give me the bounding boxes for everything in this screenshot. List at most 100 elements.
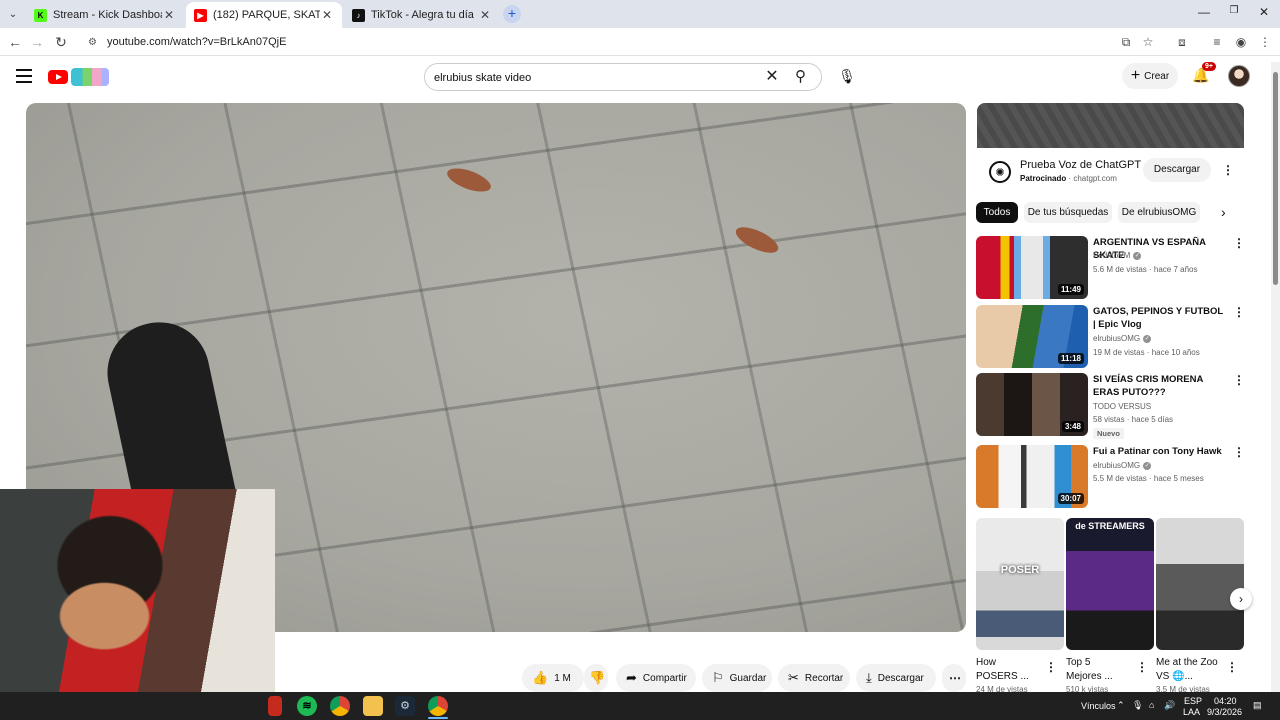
- close-tab-icon[interactable]: ✕: [478, 8, 492, 22]
- short-more-icon[interactable]: ⋮: [1136, 661, 1148, 673]
- download-button[interactable]: ⤓ Descargar: [856, 664, 936, 692]
- short-more-icon[interactable]: ⋮: [1226, 661, 1238, 673]
- tab-search-chevron-icon[interactable]: ⌄: [4, 5, 22, 23]
- omnibox[interactable]: ⚙ youtube.com/watch?v=BrLkAn07QjE: [80, 31, 1140, 53]
- short-thumb-text: de STREAMERS: [1075, 521, 1145, 531]
- youtube-doodle: [71, 68, 109, 86]
- profile-icon[interactable]: ◉: [1232, 33, 1250, 51]
- dislike-button[interactable]: 👎: [584, 664, 608, 692]
- chip-de-tus-busquedas[interactable]: De tus búsquedas: [1024, 202, 1112, 223]
- new-tab-button[interactable]: +: [503, 5, 521, 23]
- ad-card[interactable]: ✺ Prueba Voz de ChatGPT Patrocinado · ch…: [977, 103, 1244, 193]
- tab-tiktok[interactable]: ♪ TikTok - Alegra tu día ✕: [344, 2, 500, 28]
- keyboard-layout[interactable]: LAA: [1183, 707, 1200, 717]
- notifications-bell-icon[interactable]: 🔔 9+: [1192, 62, 1216, 85]
- verified-icon: ✓: [1143, 461, 1152, 470]
- like-button[interactable]: 👍 1 M: [522, 664, 584, 692]
- verified-icon: ✓: [1143, 334, 1152, 343]
- video-channel[interactable]: PedritoVM ✓: [1093, 251, 1142, 260]
- video-more-icon[interactable]: ⋮: [1233, 374, 1245, 386]
- restore-icon[interactable]: ❐: [1224, 5, 1244, 21]
- short-more-icon[interactable]: ⋮: [1045, 661, 1057, 673]
- network-icon[interactable]: ⌂: [1149, 700, 1154, 710]
- volume-icon[interactable]: 🔊: [1164, 700, 1175, 711]
- short-thumbnail[interactable]: [1156, 518, 1244, 650]
- close-window-icon[interactable]: ✕: [1254, 5, 1274, 21]
- microphone-tray-icon[interactable]: 🎙: [1132, 700, 1143, 711]
- create-button[interactable]: + Crear: [1122, 63, 1178, 89]
- list-item[interactable]: 11:49 ARGENTINA VS ESPAÑA SKATE PedritoV…: [976, 236, 1245, 300]
- short-title[interactable]: How POSERS ...: [976, 656, 1036, 684]
- avatar[interactable]: [1228, 65, 1250, 87]
- short-thumbnail[interactable]: de STREAMERS: [1066, 518, 1154, 650]
- more-actions-button[interactable]: ⋯: [942, 664, 966, 692]
- reading-list-icon[interactable]: ≡: [1208, 33, 1226, 51]
- spotify-icon[interactable]: ≋: [297, 696, 317, 716]
- browser-menu-icon[interactable]: ⋮: [1256, 33, 1274, 51]
- save-button[interactable]: ⚐ Guardar: [702, 664, 772, 692]
- video-channel[interactable]: elrubiusOMG ✓: [1093, 334, 1152, 343]
- shorts-next-chevron-icon[interactable]: ›: [1230, 588, 1252, 610]
- video-channel[interactable]: elrubiusOMG ✓: [1093, 461, 1152, 470]
- video-channel[interactable]: TODO VERSUS: [1093, 402, 1151, 411]
- video-thumbnail[interactable]: 3:48: [976, 373, 1088, 436]
- back-icon[interactable]: ←: [6, 33, 24, 51]
- video-meta: 5.5 M de vistas · hace 5 meses: [1093, 474, 1204, 483]
- notifications-center-icon[interactable]: ▤: [1253, 700, 1262, 711]
- search-button[interactable]: ⚲: [779, 64, 821, 90]
- short-thumbnail[interactable]: POSER: [976, 518, 1064, 650]
- menu-icon[interactable]: [16, 69, 32, 83]
- bookmark-star-icon[interactable]: ☆: [1139, 33, 1157, 51]
- video-more-icon[interactable]: ⋮: [1233, 446, 1245, 458]
- youtube-logo[interactable]: [48, 67, 109, 87]
- video-thumbnail[interactable]: 11:49: [976, 236, 1088, 299]
- forward-icon[interactable]: →: [28, 33, 46, 51]
- video-more-icon[interactable]: ⋮: [1233, 237, 1245, 249]
- language-indicator[interactable]: ESP: [1184, 696, 1202, 706]
- video-title[interactable]: GATOS, PEPINOS Y FUTBOL | Epic Vlog: [1093, 305, 1228, 331]
- video-title[interactable]: SI VEÍAS CRIS MORENA ERAS PUTO???: [1093, 373, 1228, 399]
- list-item[interactable]: 30:07 Fui a Patinar con Tony Hawk elrubi…: [976, 445, 1245, 509]
- steam-icon[interactable]: ⚙: [395, 696, 415, 716]
- chrome-icon[interactable]: [330, 696, 350, 716]
- site-info-icon[interactable]: ⚙: [88, 37, 97, 48]
- short-title[interactable]: Me at the Zoo VS 🌐...: [1156, 656, 1218, 684]
- chip-de-elrubiusomg[interactable]: De elrubiusOMG: [1118, 202, 1200, 223]
- list-item[interactable]: 11:18 GATOS, PEPINOS Y FUTBOL | Epic Vlo…: [976, 305, 1245, 369]
- chip-todos[interactable]: Todos: [976, 202, 1018, 223]
- video-thumbnail[interactable]: 30:07: [976, 445, 1088, 508]
- list-item[interactable]: 3:48 SI VEÍAS CRIS MORENA ERAS PUTO??? T…: [976, 373, 1245, 439]
- video-duration: 11:18: [1057, 353, 1084, 364]
- ad-download-button[interactable]: Descargar: [1143, 158, 1211, 182]
- reload-icon[interactable]: ↻: [52, 33, 70, 51]
- search-box: ✕ ⚲: [424, 63, 822, 91]
- clip-button[interactable]: ✂ Recortar: [778, 664, 850, 692]
- tab-youtube-video[interactable]: ▶ (182) PARQUE, SKATE Y FAILS | F ✕: [186, 2, 342, 28]
- youtube-header: ✕ ⚲ 🎙 + Crear 🔔 9+: [0, 57, 1270, 97]
- short-title[interactable]: Top 5 Mejores ...: [1066, 656, 1126, 684]
- share-button[interactable]: ➦ Compartir: [616, 664, 696, 692]
- search-input[interactable]: [434, 69, 754, 87]
- clock-time[interactable]: 04:20: [1214, 696, 1237, 706]
- page-scrollbar-thumb[interactable]: [1273, 72, 1278, 285]
- file-explorer-icon[interactable]: [363, 696, 383, 716]
- chrome-active-icon[interactable]: [428, 696, 448, 716]
- links-toolbar-label[interactable]: Vínculos: [1081, 701, 1116, 711]
- app-icon-partial[interactable]: [268, 696, 282, 716]
- url-text: youtube.com/watch?v=BrLkAn07QjE: [106, 36, 287, 48]
- clock-date[interactable]: 9/3/2026: [1207, 707, 1242, 717]
- ad-banner: [977, 103, 1244, 148]
- chevron-right-icon[interactable]: ›: [1221, 204, 1226, 220]
- extensions-icon[interactable]: ⧈: [1173, 33, 1191, 51]
- video-more-icon[interactable]: ⋮: [1233, 306, 1245, 318]
- ad-more-icon[interactable]: ⋮: [1222, 164, 1234, 176]
- video-title[interactable]: Fui a Patinar con Tony Hawk: [1093, 445, 1228, 458]
- close-tab-icon[interactable]: ✕: [320, 8, 334, 22]
- close-tab-icon[interactable]: ✕: [162, 8, 176, 22]
- minimize-icon[interactable]: —: [1194, 5, 1214, 21]
- video-thumbnail[interactable]: 11:18: [976, 305, 1088, 368]
- tab-kick-dashboard[interactable]: K Stream - Kick Dashboard ✕: [26, 2, 184, 28]
- tray-chevron-icon[interactable]: ⌃: [1117, 700, 1125, 711]
- voice-search-icon[interactable]: 🎙: [836, 65, 858, 87]
- install-app-icon[interactable]: ⧉: [1117, 33, 1135, 51]
